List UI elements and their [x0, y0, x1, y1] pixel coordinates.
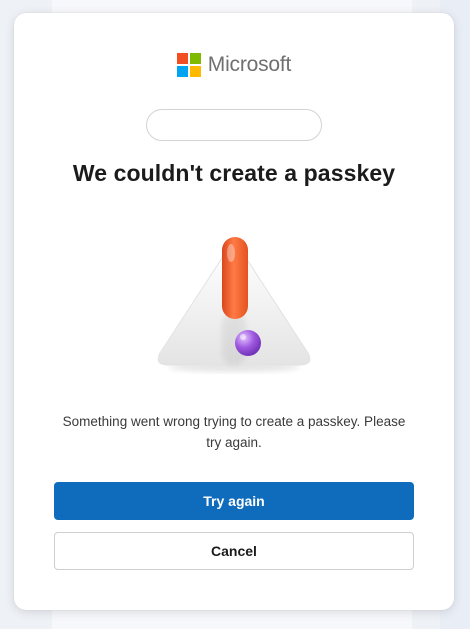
microsoft-logo-icon	[176, 53, 201, 77]
brand-name: Microsoft	[207, 53, 292, 76]
warning-triangle-icon	[157, 237, 311, 372]
error-message: Something went wrong trying to create a …	[62, 414, 406, 450]
cancel-button[interactable]: Cancel	[54, 532, 414, 570]
brand-header: Microsoft	[14, 53, 454, 77]
page-title: We couldn't create a passkey	[72, 160, 396, 186]
passkey-error-dialog: Microsoft We couldn't create a passkey S…	[14, 13, 454, 610]
account-identifier-pill	[146, 109, 322, 141]
try-again-button[interactable]: Try again	[54, 482, 414, 520]
